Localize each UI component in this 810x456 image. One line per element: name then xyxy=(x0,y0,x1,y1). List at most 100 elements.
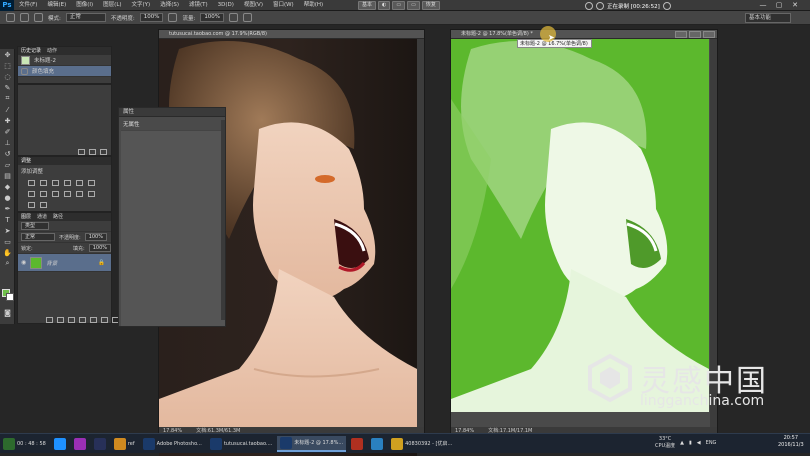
taskbar-app[interactable]: ref xyxy=(111,436,138,452)
opacity-field[interactable]: 100% xyxy=(139,13,164,22)
doc-close-button[interactable] xyxy=(703,31,715,38)
layer-filter-select[interactable]: 类型 xyxy=(21,222,49,230)
brush-preset-icon[interactable] xyxy=(20,13,29,22)
taskbar-app[interactable] xyxy=(368,436,386,452)
taskbar-app[interactable] xyxy=(71,436,89,452)
recorder-frame-button[interactable]: ▭ xyxy=(392,1,406,10)
menu-help[interactable]: 帮助(H) xyxy=(299,0,328,11)
invert-icon[interactable] xyxy=(76,191,83,197)
menu-layer[interactable]: 图层(L) xyxy=(98,0,126,11)
workspace-select[interactable]: 基本功能 xyxy=(745,13,791,23)
new-doc-from-state-icon[interactable] xyxy=(78,149,85,155)
fill-field[interactable]: 100% xyxy=(88,244,111,252)
hue-saturation-icon[interactable] xyxy=(88,180,95,186)
add-mask-icon[interactable] xyxy=(68,317,75,323)
lasso-tool-icon[interactable]: ◌ xyxy=(0,71,15,82)
airbrush-icon[interactable] xyxy=(229,13,239,22)
snapshot-icon[interactable] xyxy=(89,149,96,155)
history-row[interactable]: 颜色填充 xyxy=(18,66,111,77)
recorder-restore-button[interactable]: 恢复 xyxy=(421,1,440,10)
pressure-size-icon[interactable] xyxy=(243,13,253,22)
properties-title[interactable]: 属性 xyxy=(119,108,225,117)
menu-3d[interactable]: 3D(D) xyxy=(213,0,239,11)
channel-mixer-icon[interactable] xyxy=(64,191,71,197)
input-language[interactable]: ENG xyxy=(706,440,717,446)
battery-icon[interactable]: ▮ xyxy=(689,440,692,446)
blur-tool-icon[interactable]: ◆ xyxy=(0,181,15,192)
marquee-tool-icon[interactable]: ⬚ xyxy=(0,60,15,71)
tab-paths[interactable]: 路径 xyxy=(53,213,63,221)
menu-window[interactable]: 窗口(W) xyxy=(268,0,299,11)
layer-opacity-field[interactable]: 100% xyxy=(84,233,107,241)
eraser-tool-icon[interactable]: ▱ xyxy=(0,159,15,170)
path-select-tool-icon[interactable]: ➤ xyxy=(0,225,15,236)
menu-select[interactable]: 选择(S) xyxy=(155,0,184,11)
vibrance-icon[interactable] xyxy=(76,180,83,186)
menu-filter[interactable]: 滤镜(T) xyxy=(184,0,213,11)
type-tool-icon[interactable]: T xyxy=(0,214,15,225)
taskbar-app[interactable]: 未标题-2 @ 17.8%... xyxy=(277,435,347,452)
pen-tool-icon[interactable]: ✒ xyxy=(0,203,15,214)
network-icon[interactable]: ▲ xyxy=(680,440,684,446)
gradient-tool-icon[interactable]: ▤ xyxy=(0,170,15,181)
color-balance-icon[interactable] xyxy=(28,191,35,197)
mode-select[interactable]: 正常 xyxy=(65,13,106,22)
menu-file[interactable]: 文件(F) xyxy=(14,0,42,11)
delete-icon[interactable] xyxy=(100,149,107,155)
curves-icon[interactable] xyxy=(52,180,59,186)
quick-select-tool-icon[interactable]: ✎ xyxy=(0,82,15,93)
hand-tool-icon[interactable]: ✋ xyxy=(0,247,15,258)
dodge-tool-icon[interactable]: ● xyxy=(0,192,15,203)
tab-history[interactable]: 历史记录 xyxy=(21,47,41,55)
brush-panel-icon[interactable] xyxy=(34,13,43,22)
taskbar-app[interactable] xyxy=(348,436,366,452)
shape-tool-icon[interactable]: ▭ xyxy=(0,236,15,247)
recorder-frame2-button[interactable]: ▭ xyxy=(407,1,420,10)
menu-view[interactable]: 视图(V) xyxy=(239,0,268,11)
taskbar-app[interactable] xyxy=(51,436,69,452)
move-tool-icon[interactable]: ✥ xyxy=(0,49,15,60)
minimize-button[interactable]: — xyxy=(757,1,769,10)
stamp-tool-icon[interactable]: ⊥ xyxy=(0,137,15,148)
layer-row[interactable]: ◉ 背景 🔒 xyxy=(18,254,111,272)
menu-image[interactable]: 图像(I) xyxy=(71,0,98,11)
brush-tool-icon[interactable]: ✐ xyxy=(0,126,15,137)
background-color-swatch[interactable] xyxy=(6,293,14,301)
settings-icon[interactable] xyxy=(596,1,604,10)
volume-icon[interactable]: ◀ xyxy=(697,440,701,446)
photo-filter-icon[interactable] xyxy=(52,191,59,197)
tab-actions[interactable]: 动作 xyxy=(47,47,57,55)
menu-edit[interactable]: 编辑(E) xyxy=(42,0,71,11)
doc-left-scrollbar[interactable] xyxy=(417,39,424,427)
link-layers-icon[interactable] xyxy=(46,317,53,323)
recorder-basic-button[interactable]: 基本 xyxy=(358,1,377,10)
taskbar-app[interactable]: Adobe Photosho... xyxy=(140,436,205,452)
taskbar-app[interactable]: 40830392 - [优启... xyxy=(388,436,455,452)
eyedropper-tool-icon[interactable]: ⁄ xyxy=(0,104,15,115)
new-layer-icon[interactable] xyxy=(101,317,108,323)
recorder-toggle-button[interactable]: ◐ xyxy=(378,1,391,10)
properties-scrollbar[interactable] xyxy=(221,120,225,320)
close-button[interactable]: ✕ xyxy=(789,1,801,10)
posterize-icon[interactable] xyxy=(88,191,95,197)
pressure-opacity-icon[interactable] xyxy=(168,13,178,22)
tab-layers[interactable]: 图层 xyxy=(21,213,31,221)
tab-adjustments[interactable]: 调整 xyxy=(21,157,31,165)
history-snapshot[interactable]: 未标题-2 xyxy=(18,55,111,66)
pencil-icon[interactable] xyxy=(662,1,671,10)
flow-field[interactable]: 100% xyxy=(200,13,225,22)
black-white-icon[interactable] xyxy=(40,191,47,197)
maximize-button[interactable]: ▢ xyxy=(773,1,785,10)
threshold-icon[interactable] xyxy=(28,202,35,208)
taskbar-app[interactable]: 00 : 48 : 58 xyxy=(0,436,49,452)
exposure-icon[interactable] xyxy=(64,180,71,186)
menu-type[interactable]: 文字(Y) xyxy=(127,0,156,11)
blend-mode-select[interactable]: 正常 xyxy=(21,233,55,241)
crop-tool-icon[interactable]: ⌗ xyxy=(0,93,15,104)
healing-tool-icon[interactable]: ✚ xyxy=(0,115,15,126)
new-adjustment-icon[interactable] xyxy=(79,317,86,323)
visibility-eye-icon[interactable]: ◉ xyxy=(21,259,26,266)
taskbar-app[interactable]: tutusucai.taobao.... xyxy=(207,436,275,452)
brush-tool-icon[interactable] xyxy=(6,13,15,22)
doc-maximize-button[interactable] xyxy=(689,31,701,38)
